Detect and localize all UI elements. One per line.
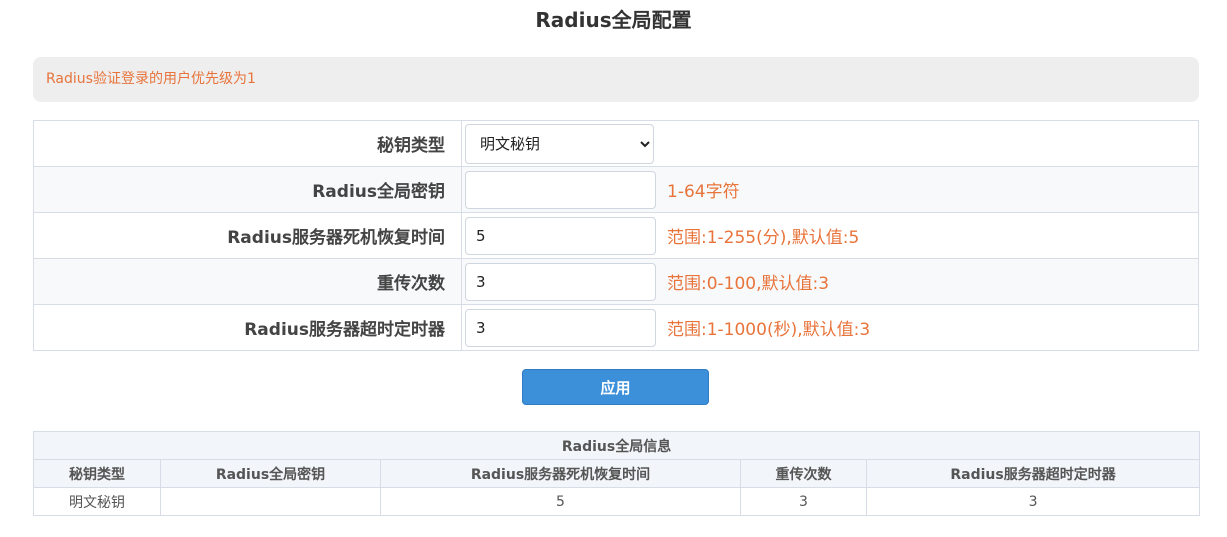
- page-title: Radius全局配置: [535, 8, 692, 32]
- info-header-timeout: Radius服务器超时定时器: [865, 459, 1201, 488]
- notice-banner: Radius验证登录的用户优先级为1: [33, 57, 1199, 102]
- info-cell-retransmit: 3: [740, 487, 867, 516]
- info-cell-timeout: 3: [865, 487, 1201, 516]
- global-key-input[interactable]: [465, 170, 656, 209]
- timeout-hint: 范围:1-1000(秒),默认值:3: [667, 320, 871, 340]
- info-cell-global-key: [160, 487, 381, 516]
- retransmit-label: 重传次数: [33, 258, 462, 305]
- info-table-title-row: Radius全局信息: [32, 431, 1201, 460]
- dead-time-hint: 范围:1-255(分),默认值:5: [667, 228, 860, 248]
- apply-button[interactable]: 应用: [522, 369, 709, 405]
- info-header-global-key: Radius全局密钥: [160, 459, 381, 488]
- key-type-select[interactable]: 明文秘钥: [465, 123, 654, 164]
- info-table-title: Radius全局信息: [32, 431, 1201, 460]
- form-row-timeout: Radius服务器超时定时器 范围:1-1000(秒),默认值:3: [33, 304, 1199, 351]
- dead-time-input[interactable]: [465, 216, 656, 255]
- info-cell-key-type: 明文秘钥: [33, 487, 161, 516]
- global-key-label: Radius全局密钥: [33, 166, 462, 213]
- form-row-retransmit: 重传次数 范围:0-100,默认值:3: [33, 258, 1199, 305]
- info-table: Radius全局信息 秘钥类型 Radius全局密钥 Radius服务器死机恢复…: [32, 431, 1201, 516]
- timeout-label: Radius服务器超时定时器: [33, 304, 462, 351]
- retransmit-input[interactable]: [465, 262, 656, 301]
- info-header-dead-time: Radius服务器死机恢复时间: [380, 459, 741, 488]
- retransmit-hint: 范围:0-100,默认值:3: [667, 274, 830, 294]
- info-header-retransmit: 重传次数: [740, 459, 867, 488]
- info-cell-dead-time: 5: [380, 487, 741, 516]
- info-header-key-type: 秘钥类型: [33, 459, 161, 488]
- form-row-dead-time: Radius服务器死机恢复时间 范围:1-255(分),默认值:5: [33, 212, 1199, 259]
- table-row: 明文秘钥 5 3 3: [33, 487, 1201, 516]
- global-key-hint: 1-64字符: [667, 182, 740, 202]
- form-row-key-type: 秘钥类型 明文秘钥: [33, 120, 1199, 167]
- key-type-label: 秘钥类型: [33, 120, 462, 167]
- config-form: 秘钥类型 明文秘钥 Radius全局密钥 1-64字符 Radius服务器死机恢…: [33, 120, 1199, 351]
- info-table-header-row: 秘钥类型 Radius全局密钥 Radius服务器死机恢复时间 重传次数 Rad…: [33, 459, 1201, 488]
- dead-time-label: Radius服务器死机恢复时间: [33, 212, 462, 259]
- timeout-input[interactable]: [465, 308, 656, 347]
- form-row-global-key: Radius全局密钥 1-64字符: [33, 166, 1199, 213]
